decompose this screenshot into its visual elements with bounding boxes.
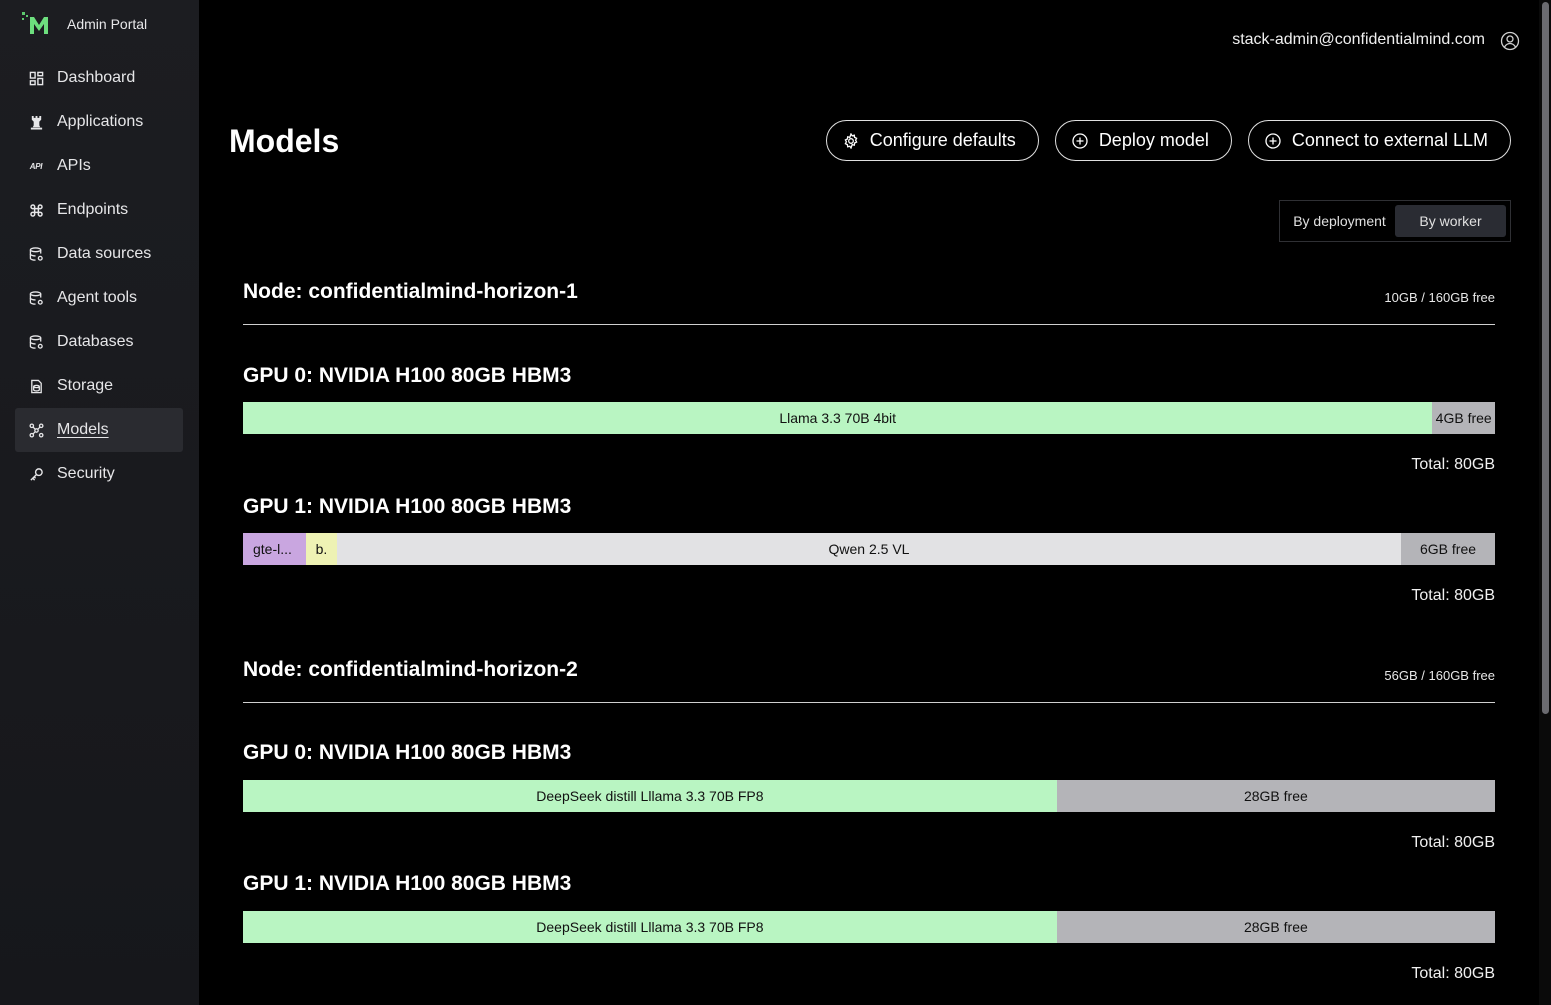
scrollbar-thumb[interactable] xyxy=(1542,2,1549,714)
database-cog-icon xyxy=(28,334,44,350)
free-memory-segment: 28GB free xyxy=(1056,780,1495,812)
deploy-model-label: Deploy model xyxy=(1098,130,1209,150)
model-segment[interactable]: gte-l... xyxy=(243,533,306,565)
gpu-memory-bar: DeepSeek distill Lllama 3.3 70B FP8 28GB … xyxy=(243,780,1495,812)
node-divider xyxy=(243,324,1495,325)
sidebar-item-agent-tools[interactable]: Agent tools xyxy=(15,276,183,320)
sidebar-item-storage[interactable]: Storage xyxy=(15,364,183,408)
connect-external-llm-label: Connect to external LLM xyxy=(1291,130,1488,150)
sidebar-item-label: Endpoints xyxy=(57,201,129,218)
configure-defaults-button[interactable]: Configure defaults xyxy=(825,120,1039,161)
node-free-memory: 56GB / 160GB free xyxy=(1384,668,1495,683)
sidebar-item-label: Storage xyxy=(57,377,114,394)
configure-defaults-label: Configure defaults xyxy=(869,130,1016,150)
sidebar-item-label: Data sources xyxy=(57,245,152,262)
brand[interactable]: Admin Portal xyxy=(22,12,147,36)
command-icon xyxy=(28,202,44,218)
sidebar-item-data-sources[interactable]: Data sources xyxy=(15,232,183,276)
toggle-by-deployment[interactable]: By deployment xyxy=(1284,205,1395,237)
page-actions: Configure defaults Deploy model Connect … xyxy=(825,120,1511,161)
model-segment[interactable]: DeepSeek distill Lllama 3.3 70B FP8 xyxy=(243,780,1057,812)
sidebar-item-models[interactable]: Models xyxy=(15,408,183,452)
sidebar-item-label: Models xyxy=(57,421,109,438)
gpu-total: Total: 80GB xyxy=(1411,587,1495,604)
plus-circle-icon xyxy=(1072,132,1088,149)
sidebar-item-label: APIs xyxy=(57,157,91,174)
deploy-model-button[interactable]: Deploy model xyxy=(1054,120,1232,161)
gear-icon xyxy=(843,132,859,149)
model-segment[interactable]: DeepSeek distill Lllama 3.3 70B FP8 xyxy=(243,911,1057,943)
model-segment[interactable]: b. xyxy=(305,533,337,565)
free-memory-segment: 28GB free xyxy=(1056,911,1495,943)
sidebar-item-label: Applications xyxy=(57,113,144,130)
model-segment[interactable]: Qwen 2.5 VL xyxy=(336,533,1402,565)
sidebar-item-label: Agent tools xyxy=(57,289,138,306)
gpu-total: Total: 80GB xyxy=(1411,965,1495,982)
logo-icon xyxy=(22,12,48,34)
api-icon: API xyxy=(28,158,44,174)
sidebar: Admin Portal Dashboard Applications API … xyxy=(0,0,199,1005)
gpu-memory-bar: Llama 3.3 70B 4bit 4GB free xyxy=(243,402,1495,434)
page-title: Models xyxy=(229,123,340,159)
sidebar-item-label: Security xyxy=(57,465,115,482)
user-avatar-icon[interactable] xyxy=(1500,31,1520,51)
sidebar-item-label: Databases xyxy=(57,333,134,350)
sidebar-item-security[interactable]: Security xyxy=(15,452,183,496)
gpu-total: Total: 80GB xyxy=(1411,456,1495,473)
dashboard-icon xyxy=(28,70,44,86)
chess-rook-icon xyxy=(28,114,44,130)
connect-external-llm-button[interactable]: Connect to external LLM xyxy=(1247,120,1511,161)
node-divider xyxy=(243,702,1495,703)
user-email: stack-admin@confidentialmind.com xyxy=(1232,31,1485,48)
database-cog-icon xyxy=(28,246,44,262)
node-free-memory: 10GB / 160GB free xyxy=(1384,290,1495,305)
models-icon xyxy=(28,422,44,438)
node-title: Node: confidentialmind-horizon-1 xyxy=(243,280,578,303)
scrollbar-track[interactable] xyxy=(1539,0,1551,1005)
brand-name: Admin Portal xyxy=(67,16,148,32)
gpu-title: GPU 1: NVIDIA H100 80GB HBM3 xyxy=(243,872,572,895)
gpu-title: GPU 0: NVIDIA H100 80GB HBM3 xyxy=(243,364,572,387)
gpu-memory-bar: gte-l... b. Qwen 2.5 VL 6GB free xyxy=(243,533,1495,565)
sidebar-nav: Dashboard Applications API APIs Endpoint… xyxy=(15,56,183,496)
node-title: Node: confidentialmind-horizon-2 xyxy=(243,658,578,681)
sidebar-item-endpoints[interactable]: Endpoints xyxy=(15,188,183,232)
gpu-title: GPU 1: NVIDIA H100 80GB HBM3 xyxy=(243,495,572,518)
gpu-title: GPU 0: NVIDIA H100 80GB HBM3 xyxy=(243,741,572,764)
free-memory-segment: 6GB free xyxy=(1401,533,1495,565)
view-toggle: By deployment By worker xyxy=(1279,200,1511,242)
plus-circle-icon xyxy=(1265,132,1281,149)
free-memory-segment: 4GB free xyxy=(1432,402,1495,434)
sidebar-item-databases[interactable]: Databases xyxy=(15,320,183,364)
sidebar-item-applications[interactable]: Applications xyxy=(15,100,183,144)
api-icon-text: API xyxy=(29,161,43,171)
database-cog-icon xyxy=(28,290,44,306)
file-storage-icon xyxy=(28,378,44,394)
gpu-total: Total: 80GB xyxy=(1411,834,1495,851)
gpu-memory-bar: DeepSeek distill Lllama 3.3 70B FP8 28GB … xyxy=(243,911,1495,943)
toggle-by-worker[interactable]: By worker xyxy=(1395,205,1506,237)
sidebar-item-label: Dashboard xyxy=(57,69,136,86)
sidebar-item-apis[interactable]: API APIs xyxy=(15,144,183,188)
model-segment[interactable]: Llama 3.3 70B 4bit xyxy=(243,402,1433,434)
key-icon xyxy=(28,466,44,482)
sidebar-item-dashboard[interactable]: Dashboard xyxy=(15,56,183,100)
